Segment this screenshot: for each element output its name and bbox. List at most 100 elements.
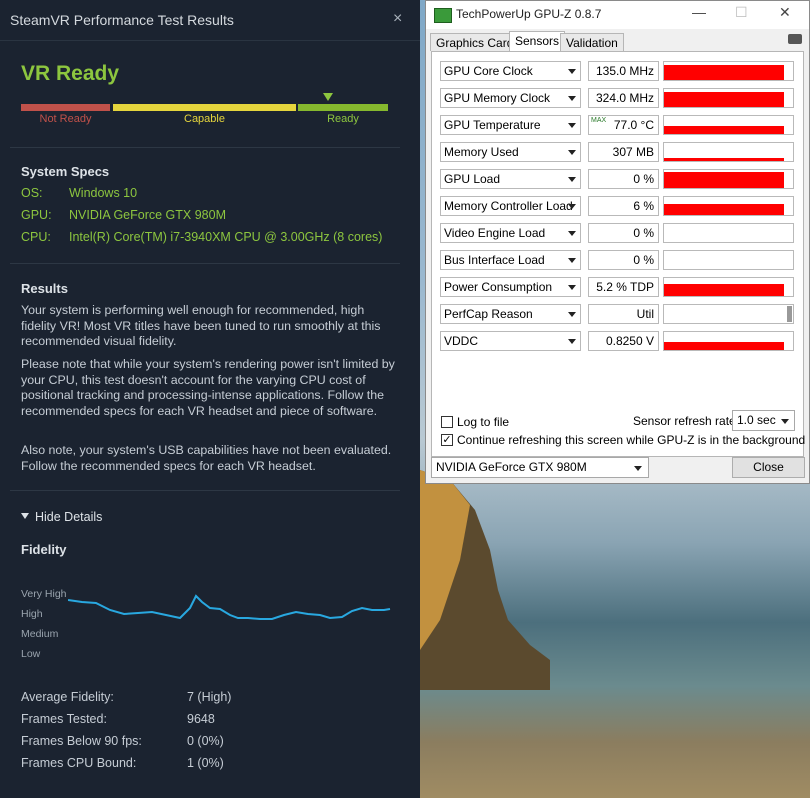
capable-bar	[113, 104, 296, 111]
sensor-graph-fill	[664, 158, 784, 161]
os-label: OS:	[21, 186, 43, 200]
window-title: SteamVR Performance Test Results	[10, 12, 234, 28]
close-icon[interactable]: ×	[393, 10, 402, 28]
sensor-value: 307 MB	[588, 142, 659, 162]
minimize-icon[interactable]: —	[692, 4, 706, 20]
hide-details-toggle[interactable]: Hide Details	[21, 510, 102, 524]
sensor-graph	[663, 223, 794, 243]
sensor-name-dropdown[interactable]: PerfCap Reason	[440, 304, 581, 324]
chevron-down-icon	[568, 312, 576, 317]
fidelity-line	[68, 594, 391, 620]
chevron-down-icon	[568, 285, 576, 290]
average-fidelity-label: Average Fidelity:	[21, 690, 114, 704]
sensor-name: GPU Memory Clock	[444, 91, 551, 105]
close-button[interactable]: Close	[732, 457, 805, 478]
sensor-value: 5.2 % TDP	[588, 277, 659, 297]
collapse-triangle-icon	[21, 513, 29, 519]
refresh-rate-select[interactable]: 1.0 sec	[732, 410, 795, 431]
tab-sensors[interactable]: Sensors	[509, 31, 566, 52]
tab-validation[interactable]: Validation	[560, 33, 624, 51]
sensor-graph	[663, 115, 794, 135]
tab-graphics-card[interactable]: Graphics Card	[430, 33, 520, 51]
sensor-name-dropdown[interactable]: Video Engine Load	[440, 223, 581, 243]
chevron-down-icon	[568, 339, 576, 344]
sensor-name: Power Consumption	[444, 280, 553, 294]
sensor-name-dropdown[interactable]: Power Consumption	[440, 277, 581, 297]
sensor-value: 135.0 MHz	[588, 61, 659, 81]
sensor-name: GPU Temperature	[444, 118, 541, 132]
continue-refreshing-label: Continue refreshing this screen while GP…	[457, 433, 806, 447]
gpuz-titlebar: TechPowerUp GPU-Z 0.8.7 — ☐ ✕	[426, 1, 809, 29]
fidelity-level-medium: Medium	[21, 628, 59, 640]
sensor-name-dropdown[interactable]: GPU Load	[440, 169, 581, 189]
continue-refreshing-checkbox[interactable]: ✓	[441, 434, 453, 446]
cpu-value: Intel(R) Core(TM) i7-3940XM CPU @ 3.00GH…	[69, 230, 383, 244]
sensor-value: 0 %	[588, 169, 659, 189]
fidelity-level-low: Low	[21, 648, 41, 660]
not-ready-bar	[21, 104, 110, 111]
graph-scrollbar	[787, 306, 792, 322]
sensor-value: Util	[588, 304, 659, 324]
system-specs-heading: System Specs	[21, 164, 110, 179]
sensor-value: 0.8250 V	[588, 331, 659, 351]
sensor-value-text: 135.0 MHz	[595, 64, 654, 78]
results-paragraph-3: Also note, your system's USB capabilitie…	[21, 443, 392, 473]
vr-status-title: VR Ready	[21, 62, 120, 85]
sensor-name: Memory Used	[444, 145, 519, 159]
gpu-label: GPU:	[21, 208, 52, 222]
frames-tested-label: Frames Tested:	[21, 712, 107, 726]
log-to-file-label: Log to file	[457, 415, 510, 429]
sensor-name-dropdown[interactable]: Bus Interface Load	[440, 250, 581, 270]
sensor-name: Bus Interface Load	[444, 253, 545, 267]
sensor-value-text: Util	[636, 307, 654, 321]
sensor-graph-fill	[664, 284, 784, 296]
sensor-value: 0 %	[588, 223, 659, 243]
refresh-rate-value: 1.0 sec	[737, 413, 776, 427]
sensor-graph	[663, 142, 794, 162]
gpu-value: NVIDIA GeForce GTX 980M	[69, 208, 226, 222]
sensor-value: 6 %	[588, 196, 659, 216]
chevron-down-icon	[568, 258, 576, 263]
steamvr-titlebar: SteamVR Performance Test Results ×	[0, 0, 420, 41]
not-ready-label: Not Ready	[39, 113, 92, 125]
chevron-down-icon	[634, 466, 642, 471]
sensor-value-text: 6 %	[633, 199, 654, 213]
camera-icon[interactable]	[788, 34, 802, 44]
sensor-value-text: 0.8250 V	[605, 334, 654, 348]
sensor-value-text: 77.0 °C	[613, 118, 654, 132]
sensor-name-dropdown[interactable]: Memory Used	[440, 142, 581, 162]
sensor-value-text: 5.2 % TDP	[596, 280, 654, 294]
sensor-value: 324.0 MHz	[588, 88, 659, 108]
sensor-graph	[663, 277, 794, 297]
sensor-value-text: 307 MB	[612, 145, 654, 159]
sensor-graph	[663, 331, 794, 351]
sensor-graph	[663, 61, 794, 81]
gpu-select[interactable]: NVIDIA GeForce GTX 980M	[431, 457, 649, 478]
results-paragraph-2: Please note that while your system's ren…	[21, 357, 395, 418]
sensor-graph	[663, 196, 794, 216]
frames-below-90-value: 0 (0%)	[187, 734, 224, 748]
sensor-name-dropdown[interactable]: VDDC	[440, 331, 581, 351]
fidelity-level-very-high: Very High	[21, 588, 67, 600]
sensor-name: GPU Load	[444, 172, 501, 186]
frames-tested-value: 9648	[187, 712, 215, 726]
sensor-name-dropdown[interactable]: GPU Memory Clock	[440, 88, 581, 108]
log-to-file-checkbox[interactable]	[441, 416, 453, 428]
sensor-graph	[663, 250, 794, 270]
chevron-down-icon	[568, 150, 576, 155]
maximize-icon[interactable]: ☐	[735, 4, 748, 21]
close-icon[interactable]: ✕	[779, 4, 791, 21]
sensor-name-dropdown[interactable]: GPU Temperature	[440, 115, 581, 135]
ready-marker-icon	[323, 93, 333, 101]
max-tag: MAX	[591, 117, 607, 124]
results-paragraph-1: Your system is performing well enough fo…	[21, 303, 381, 349]
sensor-value: 0 %	[588, 250, 659, 270]
sensor-name-dropdown[interactable]: GPU Core Clock	[440, 61, 581, 81]
sensor-graph	[663, 88, 794, 108]
sensor-name-dropdown[interactable]: Memory Controller Load	[440, 196, 581, 216]
chevron-down-icon	[568, 96, 576, 101]
frames-below-90-label: Frames Below 90 fps:	[21, 734, 142, 748]
chevron-down-icon	[568, 69, 576, 74]
sensor-graph-fill	[664, 126, 784, 134]
ready-label: Ready	[327, 113, 359, 125]
